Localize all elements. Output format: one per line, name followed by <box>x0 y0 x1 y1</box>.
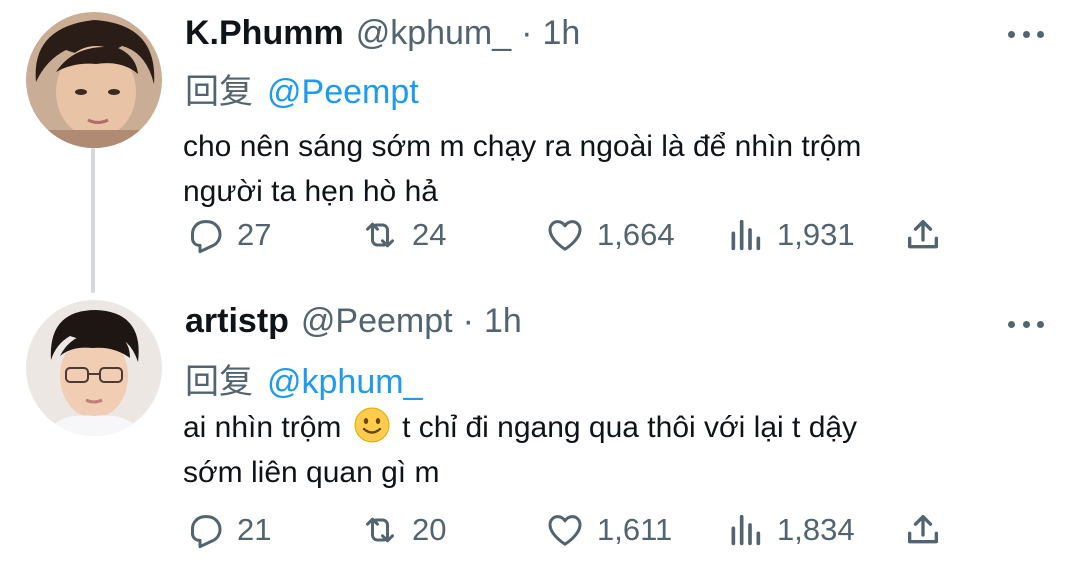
more-options-button[interactable] <box>1008 26 1044 42</box>
like-count: 1,611 <box>597 512 673 547</box>
tweet-text-segment: t chỉ đi ngang qua thôi với lại t dậy <box>402 411 858 444</box>
like-button[interactable]: 1,664 <box>545 213 675 257</box>
reply-button[interactable]: 27 <box>185 213 271 257</box>
reply-to-handle-link[interactable]: @Peempt <box>267 73 419 111</box>
reply-count: 27 <box>237 217 272 252</box>
slightly-smiling-face-icon <box>354 407 390 443</box>
more-options-button[interactable] <box>1008 316 1044 332</box>
display-name[interactable]: artistp <box>185 302 289 341</box>
share-button[interactable] <box>903 213 943 257</box>
avatar[interactable] <box>26 12 162 148</box>
reply-button[interactable]: 21 <box>185 508 271 552</box>
tweet-text-line: sớm liên quan gì m <box>183 456 440 489</box>
views-icon <box>731 514 761 546</box>
retweet-count: 24 <box>412 217 447 252</box>
like-button[interactable]: 1,611 <box>545 508 672 552</box>
separator-dot: · <box>521 14 533 52</box>
reply-count: 21 <box>237 512 272 547</box>
tweet[interactable]: K.Phumm @kphum_ · 1h 回复 @Peempt cho nên s… <box>0 0 1080 290</box>
views-button[interactable]: 1,834 <box>725 508 855 552</box>
tweet-text-line: người ta hẹn hò hả <box>183 175 438 208</box>
reply-to-handle-link[interactable]: @kphum_ <box>267 363 422 401</box>
tweet[interactable]: artistp @Peempt · 1h 回复 @kphum_ ai nhìn t… <box>0 290 1080 572</box>
share-icon <box>908 220 938 249</box>
replying-to: 回复 @Peempt <box>185 64 419 113</box>
retweet-icon <box>366 222 394 248</box>
timestamp[interactable]: 1h <box>484 302 522 341</box>
user-handle[interactable]: @Peempt <box>301 302 453 341</box>
avatar[interactable] <box>26 300 162 436</box>
tweet-header: K.Phumm @kphum_ · 1h <box>185 14 580 54</box>
tweet-text-line: cho nên sáng sớm m chạy ra ngoài là để n… <box>183 130 862 163</box>
tweet-text: ai nhìn trộm t chỉ đi ngang qua thôi với… <box>183 405 1033 495</box>
views-button[interactable]: 1,931 <box>725 213 855 257</box>
like-count: 1,664 <box>597 217 675 252</box>
share-icon <box>908 515 938 544</box>
heart-icon <box>548 220 582 251</box>
retweet-button[interactable]: 24 <box>360 213 446 257</box>
tweet-text-line: ai nhìn trộm t chỉ đi ngang qua thôi với… <box>183 405 1033 450</box>
retweet-button[interactable]: 20 <box>360 508 446 552</box>
display-name[interactable]: K.Phumm <box>185 14 344 53</box>
retweet-count: 20 <box>412 512 447 547</box>
heart-icon <box>548 515 582 546</box>
separator-dot: · <box>462 302 474 340</box>
tweet-actions: 27 24 1,664 1,931 <box>185 213 945 257</box>
timestamp[interactable]: 1h <box>543 14 581 53</box>
views-count: 1,931 <box>777 217 855 252</box>
tweet-actions: 21 20 1,611 1,834 <box>185 508 945 552</box>
views-count: 1,834 <box>777 512 855 547</box>
tweet-header: artistp @Peempt · 1h <box>185 302 522 342</box>
reply-icon <box>191 220 222 254</box>
reply-prefix-label: 回复 <box>185 363 253 401</box>
more-icon <box>1008 320 1015 328</box>
share-button[interactable] <box>903 508 943 552</box>
reply-icon <box>191 515 222 549</box>
avatar-photo <box>26 12 162 148</box>
tweet-text-segment: ai nhìn trộm <box>183 411 342 444</box>
retweet-icon <box>366 517 394 543</box>
user-handle[interactable]: @kphum_ <box>356 14 511 53</box>
tweet-text: cho nên sáng sớm m chạy ra ngoài là để n… <box>183 124 1033 214</box>
more-icon <box>1008 30 1015 38</box>
views-icon <box>731 219 761 251</box>
reply-prefix-label: 回复 <box>185 73 253 111</box>
avatar-photo <box>26 300 162 436</box>
replying-to: 回复 @kphum_ <box>185 354 422 403</box>
